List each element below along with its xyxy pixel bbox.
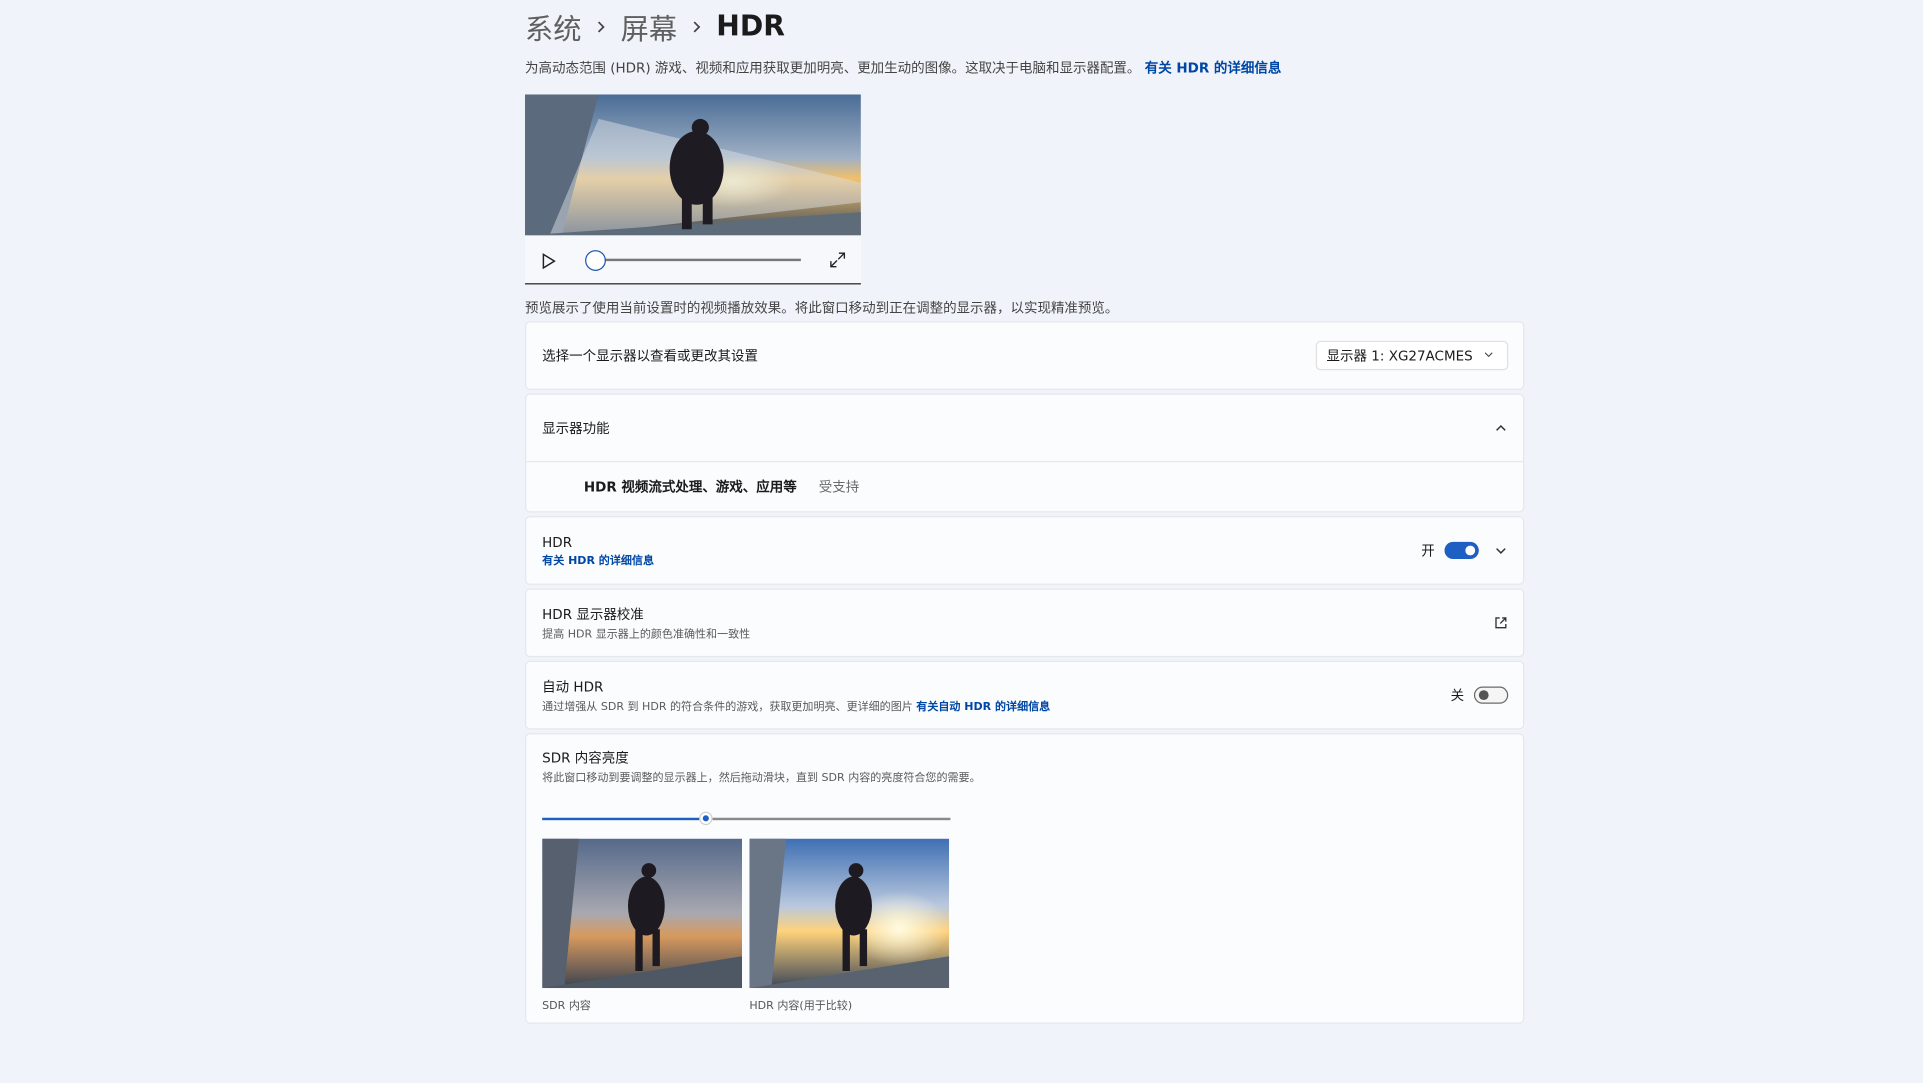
intro-description: 为高动态范围 (HDR) 游戏、视频和应用获取更加明亮、更加生动的图像。这取决于… bbox=[525, 60, 1141, 77]
chevron-down-icon[interactable] bbox=[1494, 543, 1509, 558]
capability-feature: HDR 视频流式处理、游戏、应用等 bbox=[583, 479, 797, 496]
auto-hdr-card: 自动 HDR 通过增强从 SDR 到 HDR 的符合条件的游戏，获取更加明亮、更… bbox=[525, 660, 1525, 730]
hdr-toggle[interactable] bbox=[1444, 541, 1479, 560]
chevron-down-icon bbox=[1483, 348, 1498, 363]
hdr-state-label: 开 bbox=[1421, 543, 1435, 560]
chevron-right-icon bbox=[689, 20, 704, 35]
hdr-details-link[interactable]: 有关 HDR 的详细信息 bbox=[542, 555, 654, 567]
hdr-card: HDR 有关 HDR 的详细信息 开 bbox=[525, 516, 1525, 585]
slider-track bbox=[712, 817, 951, 821]
sdr-brightness-slider[interactable] bbox=[542, 809, 951, 829]
chevron-right-icon bbox=[594, 20, 609, 35]
intro-text: 为高动态范围 (HDR) 游戏、视频和应用获取更加明亮、更加生动的图像。这取决于… bbox=[525, 56, 1524, 81]
auto-hdr-desc: 通过增强从 SDR 到 HDR 的符合条件的游戏，获取更加明亮、更详细的图片 bbox=[542, 701, 913, 714]
capability-status: 受支持 bbox=[818, 479, 860, 496]
hdr-info-link[interactable]: 有关 HDR 的详细信息 bbox=[1145, 60, 1282, 76]
sdr-title: SDR 内容亮度 bbox=[542, 750, 629, 767]
chevron-up-icon[interactable] bbox=[1494, 421, 1509, 436]
sdr-sample-image bbox=[542, 838, 743, 989]
hdr-title: HDR bbox=[542, 533, 573, 550]
hdr-caption: HDR 内容(用于比较) bbox=[749, 1000, 853, 1013]
hdr-sample-image bbox=[749, 838, 950, 989]
video-seek-track[interactable] bbox=[594, 258, 801, 262]
capabilities-card: 显示器功能 HDR 视频流式处理、游戏、应用等 受支持 bbox=[525, 393, 1525, 513]
breadcrumb-system[interactable]: 系统 bbox=[525, 6, 581, 48]
fullscreen-icon[interactable] bbox=[829, 250, 846, 268]
capabilities-header[interactable]: 显示器功能 bbox=[526, 395, 1523, 463]
capabilities-row: HDR 视频流式处理、游戏、应用等 受支持 bbox=[526, 462, 1523, 511]
calibration-card[interactable]: HDR 显示器校准 提高 HDR 显示器上的颜色准确性和一致性 bbox=[525, 588, 1525, 658]
display-select-card: 选择一个显示器以查看或更改其设置 显示器 1: XG27ACMES bbox=[525, 321, 1525, 390]
auto-hdr-toggle[interactable] bbox=[1473, 686, 1509, 704]
video-frame bbox=[525, 94, 861, 236]
page-title: HDR bbox=[716, 11, 785, 43]
auto-hdr-text: 自动 HDR 通过增强从 SDR 到 HDR 的符合条件的游戏，获取更加明亮、更… bbox=[542, 677, 1450, 714]
preview-note: 预览展示了使用当前设置时的视频播放效果。将此窗口移动到正在调整的显示器，以实现精… bbox=[525, 300, 1119, 317]
video-preview bbox=[525, 94, 861, 285]
video-controls bbox=[525, 235, 861, 285]
auto-hdr-state-label: 关 bbox=[1450, 687, 1465, 704]
sdr-sample: SDR 内容 bbox=[542, 838, 743, 1013]
video-seek-thumb[interactable] bbox=[585, 250, 606, 271]
calibration-title: HDR 显示器校准 bbox=[542, 606, 644, 623]
comparison-images: SDR 内容 HDR 内容(用于比较) bbox=[542, 838, 1507, 1013]
breadcrumb: 系统 屏幕 HDR bbox=[525, 0, 1524, 54]
sdr-desc: 将此窗口移动到要调整的显示器上，然后拖动滑块，直到 SDR 内容的亮度符合您的需… bbox=[542, 772, 981, 785]
sdr-brightness-card: SDR 内容亮度 将此窗口移动到要调整的显示器上，然后拖动滑块，直到 SDR 内… bbox=[525, 733, 1525, 1024]
display-select-dropdown[interactable]: 显示器 1: XG27ACMES bbox=[1315, 340, 1509, 371]
hdr-sample: HDR 内容(用于比较) bbox=[749, 838, 950, 1013]
settings-content: 系统 屏幕 HDR 为高动态范围 (HDR) 游戏、视频和应用获取更加明亮、更加… bbox=[525, 0, 1525, 1024]
display-select-value: 显示器 1: XG27ACMES bbox=[1326, 348, 1473, 365]
auto-hdr-title: 自动 HDR bbox=[542, 679, 604, 696]
play-icon[interactable] bbox=[540, 251, 557, 269]
auto-hdr-link[interactable]: 有关自动 HDR 的详细信息 bbox=[916, 701, 1050, 713]
slider-fill bbox=[542, 817, 701, 821]
calibration-text: HDR 显示器校准 提高 HDR 显示器上的颜色准确性和一致性 bbox=[542, 604, 1493, 641]
breadcrumb-display[interactable]: 屏幕 bbox=[621, 6, 677, 48]
calibration-desc: 提高 HDR 显示器上的颜色准确性和一致性 bbox=[542, 628, 751, 642]
hdr-text: HDR 有关 HDR 的详细信息 bbox=[542, 534, 1421, 567]
external-link-icon[interactable] bbox=[1494, 615, 1509, 630]
slider-thumb[interactable] bbox=[699, 811, 713, 826]
display-select-label: 选择一个显示器以查看或更改其设置 bbox=[542, 348, 758, 365]
sdr-caption: SDR 内容 bbox=[542, 1000, 591, 1013]
capabilities-title: 显示器功能 bbox=[542, 420, 610, 437]
